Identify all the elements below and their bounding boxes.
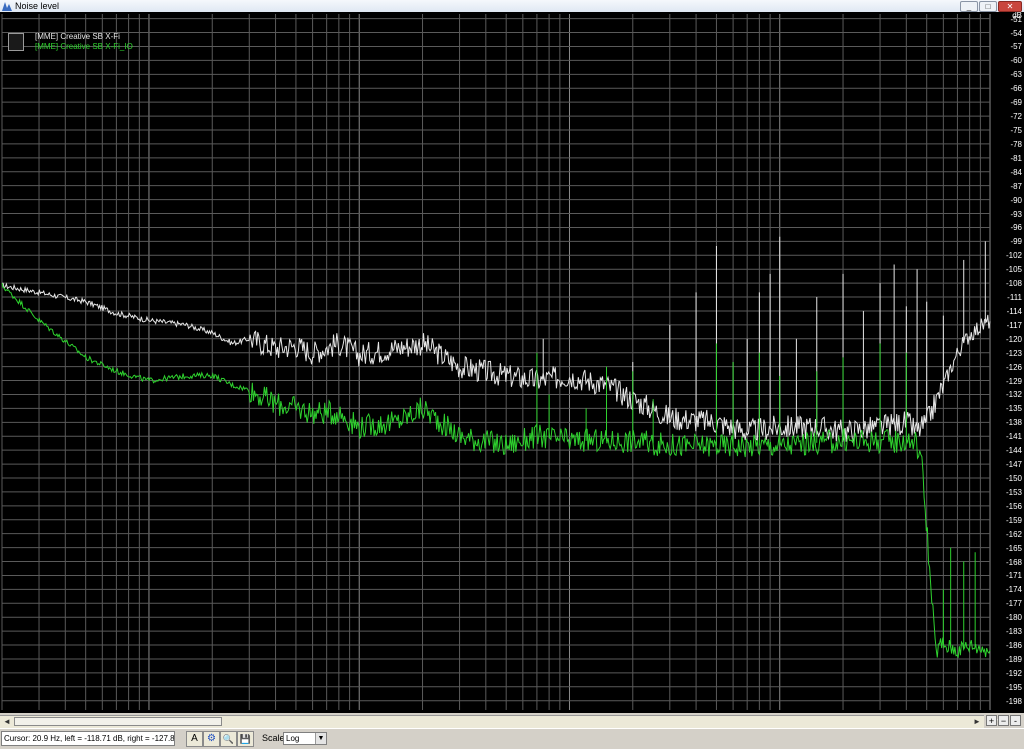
y-tick-label: -192 bbox=[1005, 668, 1022, 678]
scale-label: Scale bbox=[262, 733, 285, 743]
spectrum-chart[interactable] bbox=[0, 12, 1024, 713]
y-tick-label: -186 bbox=[1005, 641, 1022, 651]
y-tick-label: -66 bbox=[1010, 84, 1022, 94]
y-tick-label: -189 bbox=[1005, 654, 1022, 664]
y-tick-label: -87 bbox=[1010, 181, 1022, 191]
scale-select[interactable]: Log ▼ bbox=[283, 732, 327, 745]
y-tick-label: -153 bbox=[1005, 487, 1022, 497]
text-tool-icon[interactable]: A bbox=[186, 731, 203, 747]
window-title: Noise level bbox=[15, 1, 60, 11]
save-icon[interactable]: 💾 bbox=[237, 731, 254, 747]
y-tick-label: -102 bbox=[1005, 251, 1022, 261]
zoom-out-icon[interactable]: − bbox=[998, 715, 1009, 726]
y-tick-label: -105 bbox=[1005, 265, 1022, 275]
settings-icon[interactable]: ⚙ bbox=[203, 731, 220, 747]
y-tick-label: -195 bbox=[1005, 682, 1022, 692]
y-tick-label: -63 bbox=[1010, 70, 1022, 80]
cursor-readout: Cursor: 20.9 Hz, left = -118.71 dB, righ… bbox=[1, 731, 175, 746]
y-tick-label: -129 bbox=[1005, 376, 1022, 386]
grid bbox=[1, 14, 991, 710]
y-tick-label: -171 bbox=[1005, 571, 1022, 581]
y-tick-label: -72 bbox=[1010, 112, 1022, 122]
y-tick-label: -108 bbox=[1005, 279, 1022, 289]
scroll-left-icon[interactable]: ◄ bbox=[2, 717, 12, 727]
y-tick-label: -126 bbox=[1005, 362, 1022, 372]
y-unit-label: dB bbox=[1012, 11, 1022, 20]
y-tick-label: -150 bbox=[1005, 474, 1022, 483]
status-bar: Cursor: 20.9 Hz, left = -118.71 dB, righ… bbox=[0, 728, 1024, 749]
y-tick-label: -69 bbox=[1010, 98, 1022, 108]
noise-level-plot[interactable]: -51 -54 -57 -60 -63 -66 -69 -72 -75 -78 -81 -84 -87-… bbox=[0, 11, 1024, 725]
legend-item-right: [MME] Creative SB X-Fi_IO bbox=[35, 42, 133, 51]
y-tick-label: -135 bbox=[1005, 404, 1022, 414]
y-tick-label: -96 bbox=[1010, 223, 1022, 233]
y-tick-label: -111 bbox=[1007, 293, 1022, 303]
y-tick-label: -138 bbox=[1005, 418, 1022, 428]
y-tick-label: -54 bbox=[1010, 28, 1022, 38]
y-tick-label: -78 bbox=[1010, 139, 1022, 149]
y-tick-label: -147 bbox=[1005, 460, 1022, 470]
y-tick-label: -183 bbox=[1005, 627, 1022, 637]
y-tick-label: -141 bbox=[1005, 432, 1022, 442]
y-tick-label: -114 bbox=[1006, 306, 1022, 316]
app-icon bbox=[2, 2, 12, 11]
y-tick-label: -174 bbox=[1005, 585, 1022, 595]
magnifier-icon[interactable]: 🔍 bbox=[220, 731, 237, 747]
y-tick-label: -84 bbox=[1010, 167, 1022, 177]
scroll-thumb[interactable] bbox=[14, 717, 222, 726]
zoom-reset-icon[interactable]: - bbox=[1010, 715, 1021, 726]
legend-channel-icon[interactable] bbox=[8, 33, 24, 51]
y-tick-label: -162 bbox=[1005, 529, 1022, 539]
y-tick-label: -90 bbox=[1010, 195, 1022, 205]
legend-item-left: [MME] Creative SB X-Fi bbox=[35, 32, 120, 41]
y-tick-label: -75 bbox=[1010, 126, 1022, 135]
y-tick-label: -156 bbox=[1005, 501, 1022, 511]
y-tick-label: -120 bbox=[1005, 334, 1022, 344]
y-tick-label: -180 bbox=[1005, 613, 1022, 623]
zoom-controls: + − - bbox=[986, 715, 1021, 726]
y-tick-label: -132 bbox=[1005, 390, 1022, 400]
y-tick-label: -93 bbox=[1010, 209, 1022, 219]
series-layer bbox=[1, 236, 991, 659]
y-tick-label: -198 bbox=[1005, 696, 1022, 706]
y-tick-label: -165 bbox=[1005, 543, 1022, 553]
y-tick-label: -159 bbox=[1005, 515, 1022, 525]
y-tick-label: -123 bbox=[1005, 348, 1022, 358]
zoom-in-icon[interactable]: + bbox=[986, 715, 997, 726]
y-tick-label: -60 bbox=[1010, 56, 1022, 66]
y-tick-label: -99 bbox=[1010, 237, 1022, 247]
chevron-down-icon[interactable]: ▼ bbox=[315, 733, 326, 744]
scale-value: Log bbox=[286, 734, 300, 743]
scroll-right-icon[interactable]: ► bbox=[972, 717, 982, 727]
y-tick-label: -144 bbox=[1005, 446, 1022, 456]
y-tick-label: -168 bbox=[1005, 557, 1022, 567]
horizontal-scrollbar[interactable]: ◄ ► bbox=[0, 715, 984, 728]
y-tick-label: -57 bbox=[1010, 42, 1022, 52]
y-tick-label: -81 bbox=[1010, 153, 1022, 163]
minimize-button[interactable]: _ bbox=[960, 1, 978, 12]
y-tick-label: -117 bbox=[1006, 320, 1022, 330]
series-line-0 bbox=[2, 282, 991, 444]
y-tick-label: -177 bbox=[1005, 599, 1022, 609]
window-controls: _ □ ✕ bbox=[960, 1, 1022, 12]
